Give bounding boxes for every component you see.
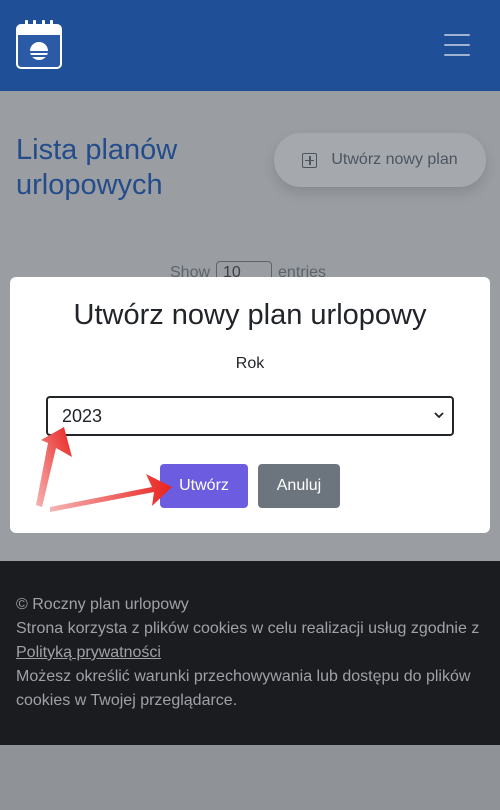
cancel-button[interactable]: Anuluj <box>258 464 340 508</box>
calendar-sun-logo-icon[interactable] <box>16 20 62 69</box>
footer-copyright: © Roczny plan urlopowy <box>16 596 189 613</box>
plus-square-icon <box>302 152 318 168</box>
footer-cookies-text: Strona korzysta z plików cookies w celu … <box>16 620 480 637</box>
create-new-plan-button[interactable]: Utwórz nowy plan <box>274 133 486 187</box>
create-new-plan-label: Utwórz nowy plan <box>331 151 458 168</box>
year-label: Rok <box>235 355 265 372</box>
footer: © Roczny plan urlopowy Strona korzysta z… <box>0 561 500 745</box>
modal-title: Utwórz nowy plan urlopowy <box>73 299 427 331</box>
footer-browser-text: Możesz określić warunki przechowywania l… <box>16 668 471 709</box>
top-navbar <box>0 0 500 91</box>
hamburger-menu-icon[interactable] <box>444 34 470 56</box>
privacy-policy-link[interactable]: Polityką prywatności <box>16 644 161 661</box>
year-select[interactable]: 2023 <box>46 396 454 436</box>
create-plan-modal: Utwórz nowy plan urlopowy Rok 2023 Utwór… <box>10 277 490 533</box>
page-title: Lista planów urlopowych <box>16 134 178 201</box>
create-button[interactable]: Utwórz <box>160 464 248 508</box>
chevron-down-icon <box>434 412 444 419</box>
year-value: 2023 <box>62 405 103 426</box>
